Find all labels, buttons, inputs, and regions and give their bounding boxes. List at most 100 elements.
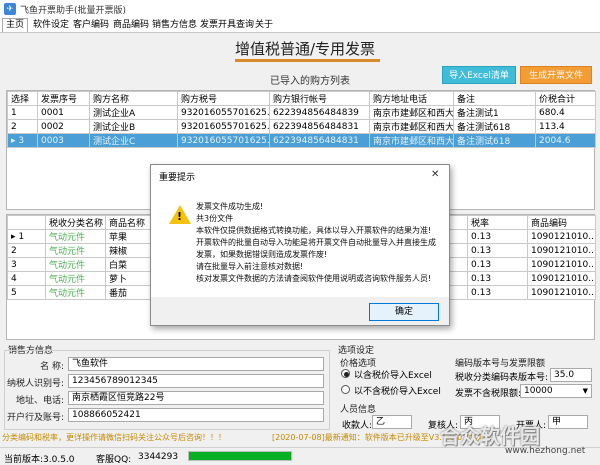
seller-name-field[interactable]: 飞鱼软件 bbox=[68, 357, 324, 371]
seller-taxid-field[interactable]: 123456789012345 bbox=[68, 374, 324, 388]
options-section-title: 选项设定 bbox=[338, 346, 375, 356]
dialog-line: 发票文件成功生成! bbox=[196, 202, 264, 211]
menu-customer-codes[interactable]: 客户编码 bbox=[70, 19, 112, 32]
ok-button[interactable]: 确定 bbox=[369, 303, 439, 321]
cell-product-code: 1090121010... bbox=[527, 285, 596, 300]
radio-without-tax[interactable] bbox=[341, 385, 350, 394]
cell-total: 113.4 bbox=[535, 119, 596, 134]
col-product-code[interactable]: 商品编码 bbox=[527, 215, 596, 230]
site-watermark: 合众软件园 bbox=[440, 424, 540, 448]
cell-product-code: 1090121010... bbox=[527, 243, 596, 258]
site-watermark-url: www.hezhong.net bbox=[505, 446, 586, 456]
buyer-list-caption: 已导入的购方列表 bbox=[270, 76, 350, 87]
col-invoice-no[interactable]: 发票序号 bbox=[37, 91, 90, 106]
col-row-index bbox=[7, 215, 46, 230]
menu-invoice-query[interactable]: 发票开具查询 bbox=[197, 19, 257, 32]
menu-about[interactable]: 关于 bbox=[252, 19, 276, 32]
service-qq-text: 客服QQ: bbox=[96, 455, 132, 465]
cell-tax-category: 气动元件 bbox=[45, 257, 106, 272]
cell-tax-rate: 0.13 bbox=[467, 257, 528, 272]
col-buyer-address[interactable]: 购方地址电话 bbox=[369, 91, 454, 106]
cell-invoice-no: 0002 bbox=[37, 119, 90, 134]
dialog-line: 发票，如果数据错误则造成发票作废! bbox=[196, 250, 328, 259]
window-title: 飞鱼开票助手(批量开票版) bbox=[20, 6, 127, 16]
warning-exclamation: ! bbox=[177, 210, 183, 223]
cell-tax-rate: 0.13 bbox=[467, 285, 528, 300]
service-qq-number: 3344293 bbox=[138, 452, 179, 462]
cell-buyer-bank: 622394856484839 bbox=[269, 105, 370, 120]
radio-with-tax[interactable] bbox=[341, 369, 350, 378]
page-heading: 增值税普通/专用发票 bbox=[235, 40, 376, 58]
cell-note: 备注测试1 bbox=[453, 105, 536, 120]
cell-note: 备注测试618 bbox=[453, 133, 536, 148]
cell-index: 3 bbox=[7, 257, 46, 272]
col-note[interactable]: 备注 bbox=[453, 91, 536, 106]
cell-tax-rate: 0.13 bbox=[467, 271, 528, 286]
generate-file-button[interactable]: 生成开票文件 bbox=[520, 66, 592, 84]
radio-without-tax-label[interactable]: 以不含税价导入Excel bbox=[354, 384, 441, 397]
code-version-label: 税收分类编码表版本号: bbox=[455, 373, 549, 383]
menu-home[interactable]: 主页 bbox=[2, 18, 29, 32]
drawer-field[interactable]: 甲 bbox=[548, 415, 588, 429]
table-row[interactable]: 2 0002 测试企业B 932016055701625... 62239485… bbox=[7, 119, 596, 134]
menu-seller-info[interactable]: 销售方信息 bbox=[149, 19, 200, 32]
col-buyer-name[interactable]: 购方名称 bbox=[89, 91, 178, 106]
invoice-limit-select[interactable]: 10000 ▼ bbox=[520, 384, 592, 398]
cell-buyer-name: 测试企业A bbox=[89, 105, 178, 120]
cell-invoice-no: 0003 bbox=[37, 133, 90, 148]
dialog-title: 重要提示 bbox=[159, 173, 196, 183]
col-buyer-bank[interactable]: 购方银行帐号 bbox=[269, 91, 370, 106]
col-total[interactable]: 价税合计 bbox=[535, 91, 596, 106]
seller-taxid-label: 纳税人识别号: bbox=[6, 379, 64, 389]
invoice-limit-value: 10000 bbox=[524, 386, 553, 396]
seller-bank-label: 开户行及账号: bbox=[6, 413, 64, 423]
cell-product-code: 1090121010... bbox=[527, 257, 596, 272]
table-row[interactable]: 1 0001 测试企业A 932016055701625... 62239485… bbox=[7, 105, 596, 120]
cell-select: 2 bbox=[7, 119, 38, 134]
version-text: 当前版本:3.0.5.0 bbox=[4, 455, 75, 465]
chevron-down-icon: ▼ bbox=[582, 387, 588, 395]
app-icon: ✈ bbox=[4, 3, 16, 15]
cell-buyer-name: 测试企业B bbox=[89, 119, 178, 134]
menu-software-settings[interactable]: 软件设定 bbox=[30, 19, 72, 32]
col-select[interactable]: 选择 bbox=[7, 91, 38, 106]
cell-tax-rate: 0.13 bbox=[467, 229, 528, 244]
cell-total: 680.4 bbox=[535, 105, 596, 120]
version-limit-title: 编码版本号与发票限额 bbox=[455, 359, 546, 369]
dialog-titlebar: 重要提示 ✕ bbox=[151, 165, 449, 185]
cell-note: 备注测试618 bbox=[453, 119, 536, 134]
invoice-limit-label: 发票不含税限额: bbox=[455, 389, 522, 399]
col-tax-rate[interactable]: 税率 bbox=[467, 215, 528, 230]
cell-buyer-taxid: 932016055701625... bbox=[177, 133, 270, 148]
payee-field[interactable]: 乙 bbox=[372, 415, 412, 429]
col-buyer-taxid[interactable]: 购方税号 bbox=[177, 91, 270, 106]
table-row-selected[interactable]: ▸ 3 0003 测试企业C 932016055701625... 622394… bbox=[7, 133, 596, 148]
row-pointer-icon: ▸ bbox=[11, 135, 16, 146]
cell-buyer-address: 南京市建邺区和西大... bbox=[369, 105, 454, 120]
notice-left: 分类编码和税率，更详操作请微信扫码关注公众号后咨询！！！ bbox=[2, 433, 226, 442]
cell-product-code: 1090121010... bbox=[527, 271, 596, 286]
progress-bar bbox=[188, 451, 292, 461]
important-notice-dialog: 重要提示 ✕ ! 发票文件成功生成! 共3份文件 本软件仅提供数据格式转换功能，… bbox=[150, 164, 450, 326]
seller-address-label: 地址、电话: bbox=[15, 396, 64, 406]
cell-invoice-no: 0001 bbox=[37, 105, 90, 120]
seller-address-field[interactable]: 南京栖霞区恒竞路22号 bbox=[68, 391, 324, 405]
radio-with-tax-label[interactable]: 以含税价导入Excel bbox=[354, 368, 432, 381]
heading-underline bbox=[235, 59, 380, 62]
dialog-line: 共3份文件 bbox=[196, 214, 234, 223]
cell-index: 4 bbox=[7, 271, 46, 286]
menu-bar: 主页 软件设定 客户编码 商品编码 销售方信息 发票开具查询 关于 bbox=[0, 18, 600, 33]
import-excel-button[interactable]: 导入Excel清单 bbox=[442, 66, 516, 84]
seller-bank-field[interactable]: 108866052421 bbox=[68, 408, 324, 422]
row-number: 1 bbox=[18, 231, 25, 242]
cell-buyer-taxid: 932016055701625... bbox=[177, 105, 270, 120]
buyer-table-header: 选择 发票序号 购方名称 购方税号 购方银行帐号 购方地址电话 备注 价税合计 bbox=[7, 91, 596, 106]
code-version-field[interactable]: 35.0 bbox=[550, 368, 592, 382]
dialog-line: 请在批量导入前注意核对数据! bbox=[196, 262, 304, 271]
col-tax-category[interactable]: 税收分类名称 bbox=[45, 215, 106, 230]
seller-name-label: 名 称: bbox=[40, 362, 64, 372]
progress-fill bbox=[189, 452, 291, 460]
menu-product-codes[interactable]: 商品编码 bbox=[110, 19, 152, 32]
close-icon[interactable]: ✕ bbox=[431, 169, 439, 180]
cell-select: 1 bbox=[7, 105, 38, 120]
